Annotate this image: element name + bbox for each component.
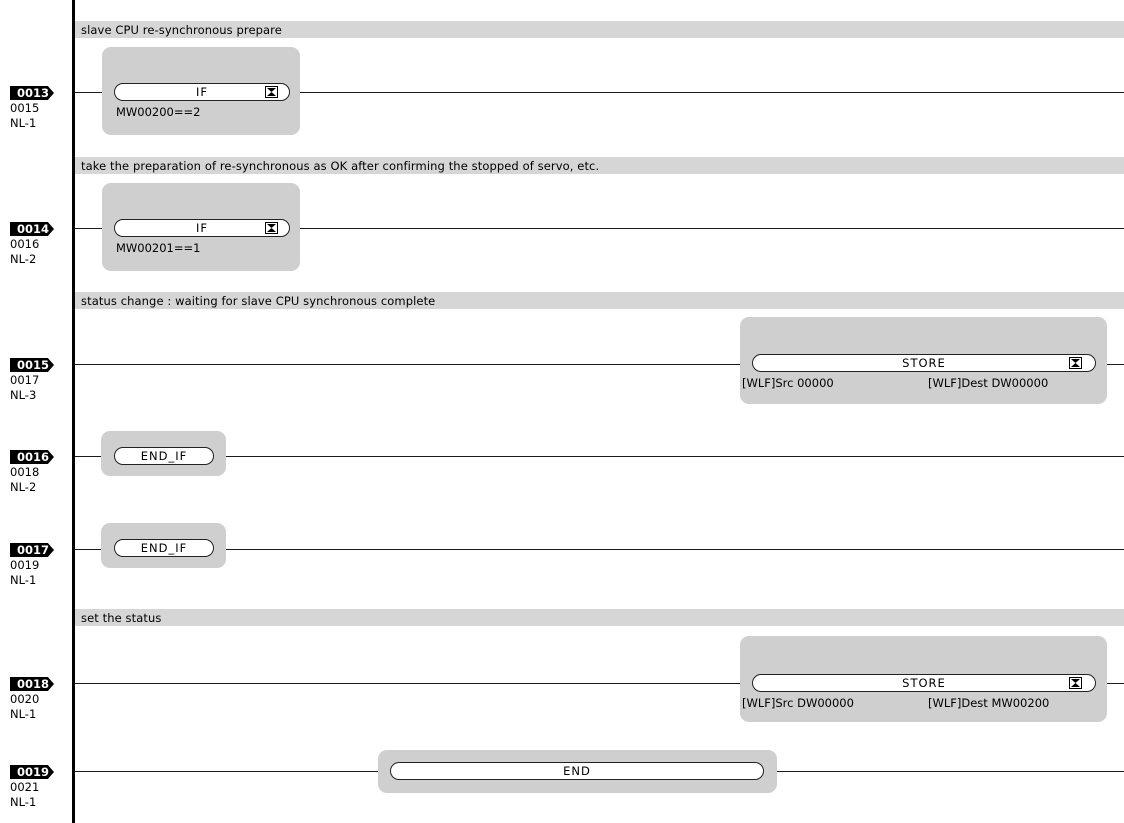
rung-step-info: 0019 NL-1 bbox=[10, 558, 40, 587]
rung-step-info: 0016 NL-2 bbox=[10, 237, 40, 266]
rung-step-info: 0017 NL-3 bbox=[10, 373, 40, 402]
rung-step-info: 0015 NL-1 bbox=[10, 101, 40, 130]
comment-text: slave CPU re-synchronous prepare bbox=[81, 23, 282, 37]
store-instruction-block[interactable]: STORE [WLF]Src DW00000 [WLF]Dest MW00200 bbox=[740, 636, 1107, 722]
if-instruction-block[interactable]: IF MW00201==1 bbox=[102, 183, 300, 271]
end-instruction-block[interactable]: END bbox=[378, 750, 777, 793]
hourglass-icon[interactable] bbox=[265, 86, 278, 98]
endif-instruction[interactable]: END_IF bbox=[114, 539, 214, 557]
rung-number[interactable]: 0019 bbox=[10, 765, 68, 779]
hourglass-icon[interactable] bbox=[1069, 357, 1082, 369]
store-destination: [WLF]Dest DW00000 bbox=[928, 376, 1049, 390]
comment-text: take the preparation of re-synchronous a… bbox=[81, 159, 600, 173]
if-instruction[interactable]: IF bbox=[114, 219, 290, 237]
endif-instruction-block[interactable]: END_IF bbox=[101, 431, 226, 476]
store-source: [WLF]Src 00000 bbox=[742, 376, 834, 390]
rung-number[interactable]: 0014 bbox=[10, 222, 68, 236]
rung-step-info: 0021 NL-1 bbox=[10, 780, 40, 809]
rung-number[interactable]: 0017 bbox=[10, 543, 68, 557]
left-power-rail bbox=[72, 0, 75, 823]
store-instruction-block[interactable]: STORE [WLF]Src 00000 [WLF]Dest DW00000 bbox=[740, 317, 1107, 404]
rung-number[interactable]: 0013 bbox=[10, 86, 68, 100]
hourglass-icon[interactable] bbox=[1069, 677, 1082, 689]
comment-bar[interactable]: slave CPU re-synchronous prepare bbox=[75, 21, 1124, 38]
hourglass-icon[interactable] bbox=[265, 222, 278, 234]
comment-bar[interactable]: set the status bbox=[75, 609, 1124, 626]
rung-number[interactable]: 0016 bbox=[10, 450, 68, 464]
rung-step-info: 0020 NL-1 bbox=[10, 692, 40, 721]
rung-number[interactable]: 0015 bbox=[10, 358, 68, 372]
store-instruction[interactable]: STORE bbox=[752, 354, 1096, 372]
end-instruction[interactable]: END bbox=[390, 762, 764, 780]
rung-wire bbox=[75, 456, 1124, 457]
if-condition: MW00200==2 bbox=[116, 105, 201, 119]
comment-bar[interactable]: status change : waiting for slave CPU sy… bbox=[75, 292, 1124, 309]
if-condition: MW00201==1 bbox=[116, 241, 201, 255]
store-destination: [WLF]Dest MW00200 bbox=[928, 696, 1050, 710]
store-instruction[interactable]: STORE bbox=[752, 674, 1096, 692]
rung-number[interactable]: 0018 bbox=[10, 677, 68, 691]
endif-instruction-block[interactable]: END_IF bbox=[101, 523, 226, 568]
endif-instruction[interactable]: END_IF bbox=[114, 447, 214, 465]
if-instruction-block[interactable]: IF MW00200==2 bbox=[102, 47, 300, 135]
rung-wire bbox=[75, 549, 1124, 550]
if-instruction[interactable]: IF bbox=[114, 83, 290, 101]
comment-text: set the status bbox=[81, 611, 162, 625]
rung-step-info: 0018 NL-2 bbox=[10, 465, 40, 494]
comment-text: status change : waiting for slave CPU sy… bbox=[81, 294, 436, 308]
store-source: [WLF]Src DW00000 bbox=[742, 696, 854, 710]
comment-bar[interactable]: take the preparation of re-synchronous a… bbox=[75, 157, 1124, 174]
